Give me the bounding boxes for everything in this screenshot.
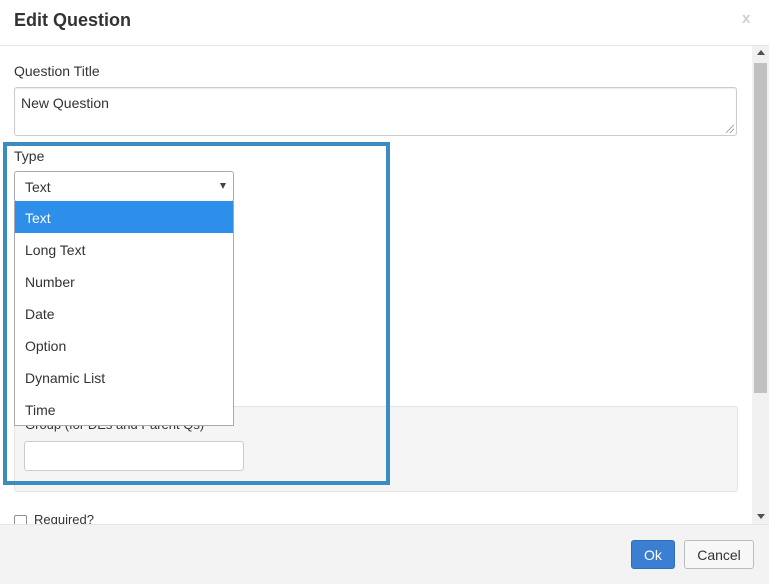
required-checkbox[interactable] xyxy=(14,515,27,524)
cancel-button[interactable]: Cancel xyxy=(684,540,754,569)
scroll-up-arrow-icon[interactable] xyxy=(757,50,765,55)
highlight-box xyxy=(3,142,390,485)
required-label: Required? xyxy=(34,512,94,524)
vertical-scrollbar[interactable] xyxy=(752,46,769,524)
scroll-thumb[interactable] xyxy=(754,63,767,393)
close-icon[interactable]: x xyxy=(742,10,750,27)
dialog-title: Edit Question xyxy=(14,10,131,30)
question-title-label: Question Title xyxy=(14,63,100,79)
resize-grip-icon[interactable] xyxy=(726,125,734,133)
scroll-down-arrow-icon[interactable] xyxy=(757,514,765,519)
dialog-footer: Ok Cancel xyxy=(0,524,769,584)
dialog-header: Edit Question x xyxy=(0,0,769,46)
question-title-value: New Question xyxy=(21,95,109,111)
ok-button[interactable]: Ok xyxy=(631,540,675,569)
question-title-textarea[interactable]: New Question xyxy=(14,87,737,136)
